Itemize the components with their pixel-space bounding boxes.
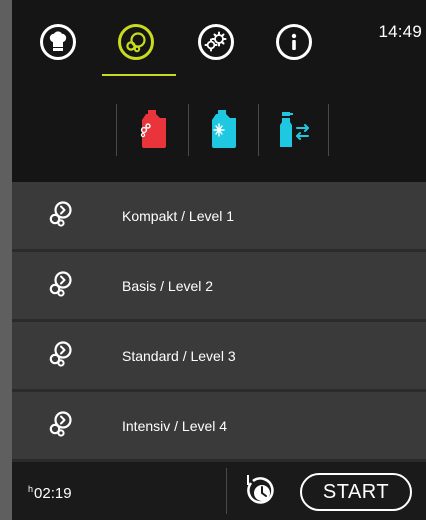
cleaning-icon xyxy=(126,32,146,53)
program-label: Basis / Level 2 xyxy=(122,277,214,294)
delay-timer-icon xyxy=(247,475,274,504)
bottom-bar: h02:19 START xyxy=(12,462,426,520)
start-button[interactable]: START xyxy=(300,473,412,511)
subtab-spray-bottle-swap[interactable] xyxy=(262,104,326,156)
nav-settings-button[interactable] xyxy=(198,24,234,60)
nav-cooking-button[interactable] xyxy=(40,24,76,60)
program-label: Intensiv / Level 4 xyxy=(122,417,228,434)
subtab-cleaner-spark-canister[interactable] xyxy=(192,104,256,156)
delay-start-button[interactable] xyxy=(240,471,280,511)
subtab-cleaner-canister[interactable] xyxy=(122,104,186,156)
subtab-divider xyxy=(258,104,259,156)
duration-value: 02:19 xyxy=(34,485,72,502)
program-row-intensiv[interactable]: Intensiv / Level 4 xyxy=(12,392,426,459)
cleaning-program-icon xyxy=(49,201,72,227)
bottom-divider xyxy=(226,468,227,514)
program-row-standard[interactable]: Standard / Level 3 xyxy=(12,322,426,389)
subtab-divider xyxy=(116,104,117,156)
device-screen: 14:49 Kompakt / Level 1 Basis / Level 2 … xyxy=(12,0,426,520)
cleaning-program-icon xyxy=(49,271,72,297)
nav-info-button[interactable] xyxy=(276,24,312,60)
chef-hat-icon xyxy=(49,31,67,51)
cleaning-program-icon xyxy=(49,341,72,367)
nav-cleaning-button[interactable] xyxy=(118,24,154,60)
duration-unit: h xyxy=(28,484,34,494)
subtab-divider xyxy=(188,104,189,156)
program-row-kompakt[interactable]: Kompakt / Level 1 xyxy=(12,182,426,249)
program-label: Standard / Level 3 xyxy=(122,347,236,364)
cleaning-subtabs xyxy=(12,88,426,182)
active-nav-indicator xyxy=(102,74,176,76)
cleaning-program-list: Kompakt / Level 1 Basis / Level 2 Standa… xyxy=(12,182,426,462)
subtab-divider xyxy=(328,104,329,156)
program-row-basis[interactable]: Basis / Level 2 xyxy=(12,252,426,319)
top-navigation: 14:49 xyxy=(12,0,426,88)
cleaner-canister-red-icon xyxy=(140,110,166,148)
program-duration: h02:19 xyxy=(28,484,72,502)
cleaner-canister-cyan-icon xyxy=(212,110,236,148)
info-icon xyxy=(291,33,297,50)
cleaning-program-icon xyxy=(49,411,72,437)
settings-gears-icon xyxy=(204,31,227,52)
program-label: Kompakt / Level 1 xyxy=(122,207,235,224)
spray-bottle-swap-icon xyxy=(280,112,309,147)
clock: 14:49 xyxy=(378,22,422,41)
